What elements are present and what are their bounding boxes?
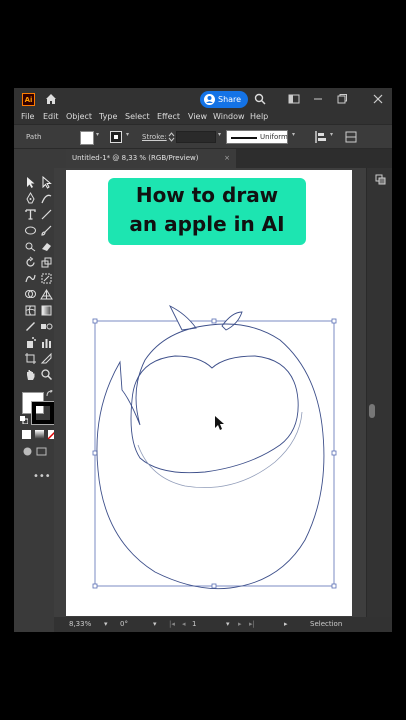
apple-outer-path <box>96 323 325 590</box>
mouse-cursor-icon <box>215 416 224 430</box>
selection-bounding-box <box>94 320 335 587</box>
title-line-2: an apple in AI <box>129 212 285 236</box>
apple-artwork[interactable] <box>0 0 406 720</box>
title-overlay-banner: How to draw an apple in AI <box>108 178 306 245</box>
apple-inner-path <box>130 355 299 474</box>
title-line-1: How to draw <box>135 183 279 207</box>
left-leaf-path <box>168 304 197 331</box>
